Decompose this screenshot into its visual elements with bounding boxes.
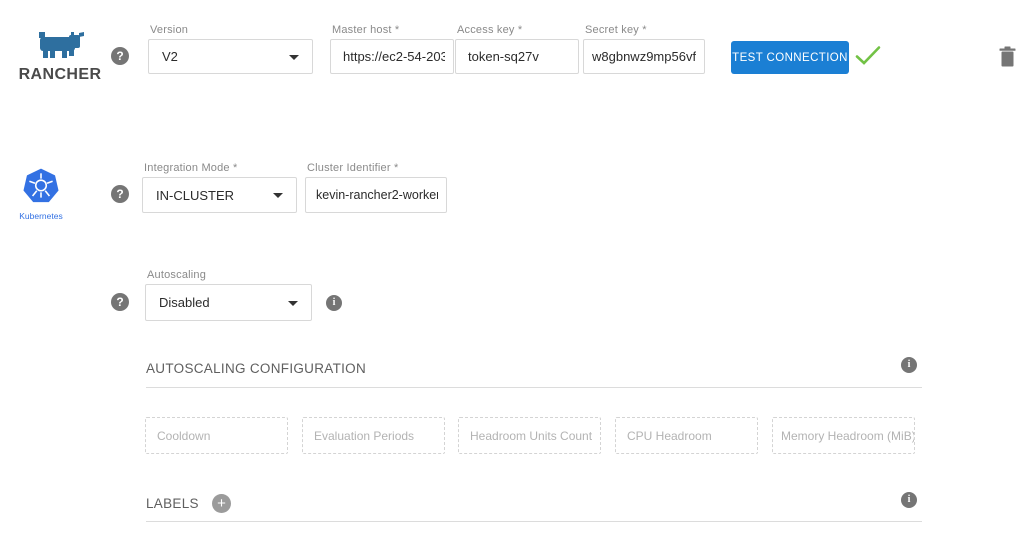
- autoscaling-configuration-divider: [146, 387, 922, 388]
- integration-mode-label: Integration Mode *: [144, 162, 238, 174]
- connection-success-check-icon: [855, 45, 881, 72]
- chevron-down-icon: [288, 301, 298, 306]
- autoscaling-select[interactable]: Disabled: [145, 284, 312, 321]
- kubernetes-logo-text: Kubernetes: [14, 211, 68, 221]
- cluster-identifier-label: Cluster Identifier *: [307, 162, 398, 174]
- access-key-input[interactable]: [455, 39, 579, 74]
- rancher-logo: RANCHER: [14, 32, 106, 84]
- rancher-bull-icon: [36, 46, 84, 63]
- secret-key-input[interactable]: [583, 39, 705, 74]
- integration-mode-select[interactable]: IN-CLUSTER: [142, 177, 297, 213]
- integration-mode-value: IN-CLUSTER: [156, 188, 234, 203]
- labels-info-icon[interactable]: i: [901, 492, 917, 508]
- test-connection-button[interactable]: TEST CONNECTION: [731, 41, 849, 74]
- cooldown-field: Cooldown: [145, 417, 288, 454]
- memory-headroom-field: Memory Headroom (MiB): [772, 417, 915, 454]
- version-value: V2: [162, 49, 178, 64]
- kubernetes-help-icon[interactable]: ?: [111, 185, 129, 203]
- version-select[interactable]: V2: [148, 39, 313, 74]
- secret-key-label: Secret key *: [585, 24, 647, 36]
- rancher-help-icon[interactable]: ?: [111, 47, 129, 65]
- integration-settings-page: RANCHER ? Version V2 Master host * Acces…: [0, 0, 1024, 550]
- evaluation-periods-field: Evaluation Periods: [302, 417, 445, 454]
- delete-integration-trash-icon[interactable]: [999, 46, 1016, 71]
- autoscaling-configuration-info-icon[interactable]: i: [901, 357, 917, 373]
- kubernetes-helm-icon: [22, 191, 60, 208]
- master-host-input[interactable]: [330, 39, 454, 74]
- cluster-identifier-input[interactable]: [305, 177, 447, 213]
- access-key-label: Access key *: [457, 24, 522, 36]
- labels-title: LABELS: [146, 496, 199, 511]
- chevron-down-icon: [289, 55, 299, 60]
- add-label-button[interactable]: +: [212, 494, 231, 513]
- chevron-down-icon: [273, 193, 283, 198]
- autoscaling-label: Autoscaling: [147, 269, 206, 281]
- cpu-headroom-field: CPU Headroom: [615, 417, 758, 454]
- kubernetes-logo: Kubernetes: [14, 168, 68, 221]
- autoscaling-info-icon[interactable]: i: [326, 295, 342, 311]
- autoscaling-configuration-title: AUTOSCALING CONFIGURATION: [146, 361, 366, 376]
- autoscaling-help-icon[interactable]: ?: [111, 293, 129, 311]
- rancher-logo-text: RANCHER: [14, 66, 106, 84]
- version-label: Version: [150, 24, 188, 36]
- headroom-units-count-field: Headroom Units Count: [458, 417, 601, 454]
- labels-divider: [146, 521, 922, 522]
- autoscaling-value: Disabled: [159, 295, 210, 310]
- master-host-label: Master host *: [332, 24, 399, 36]
